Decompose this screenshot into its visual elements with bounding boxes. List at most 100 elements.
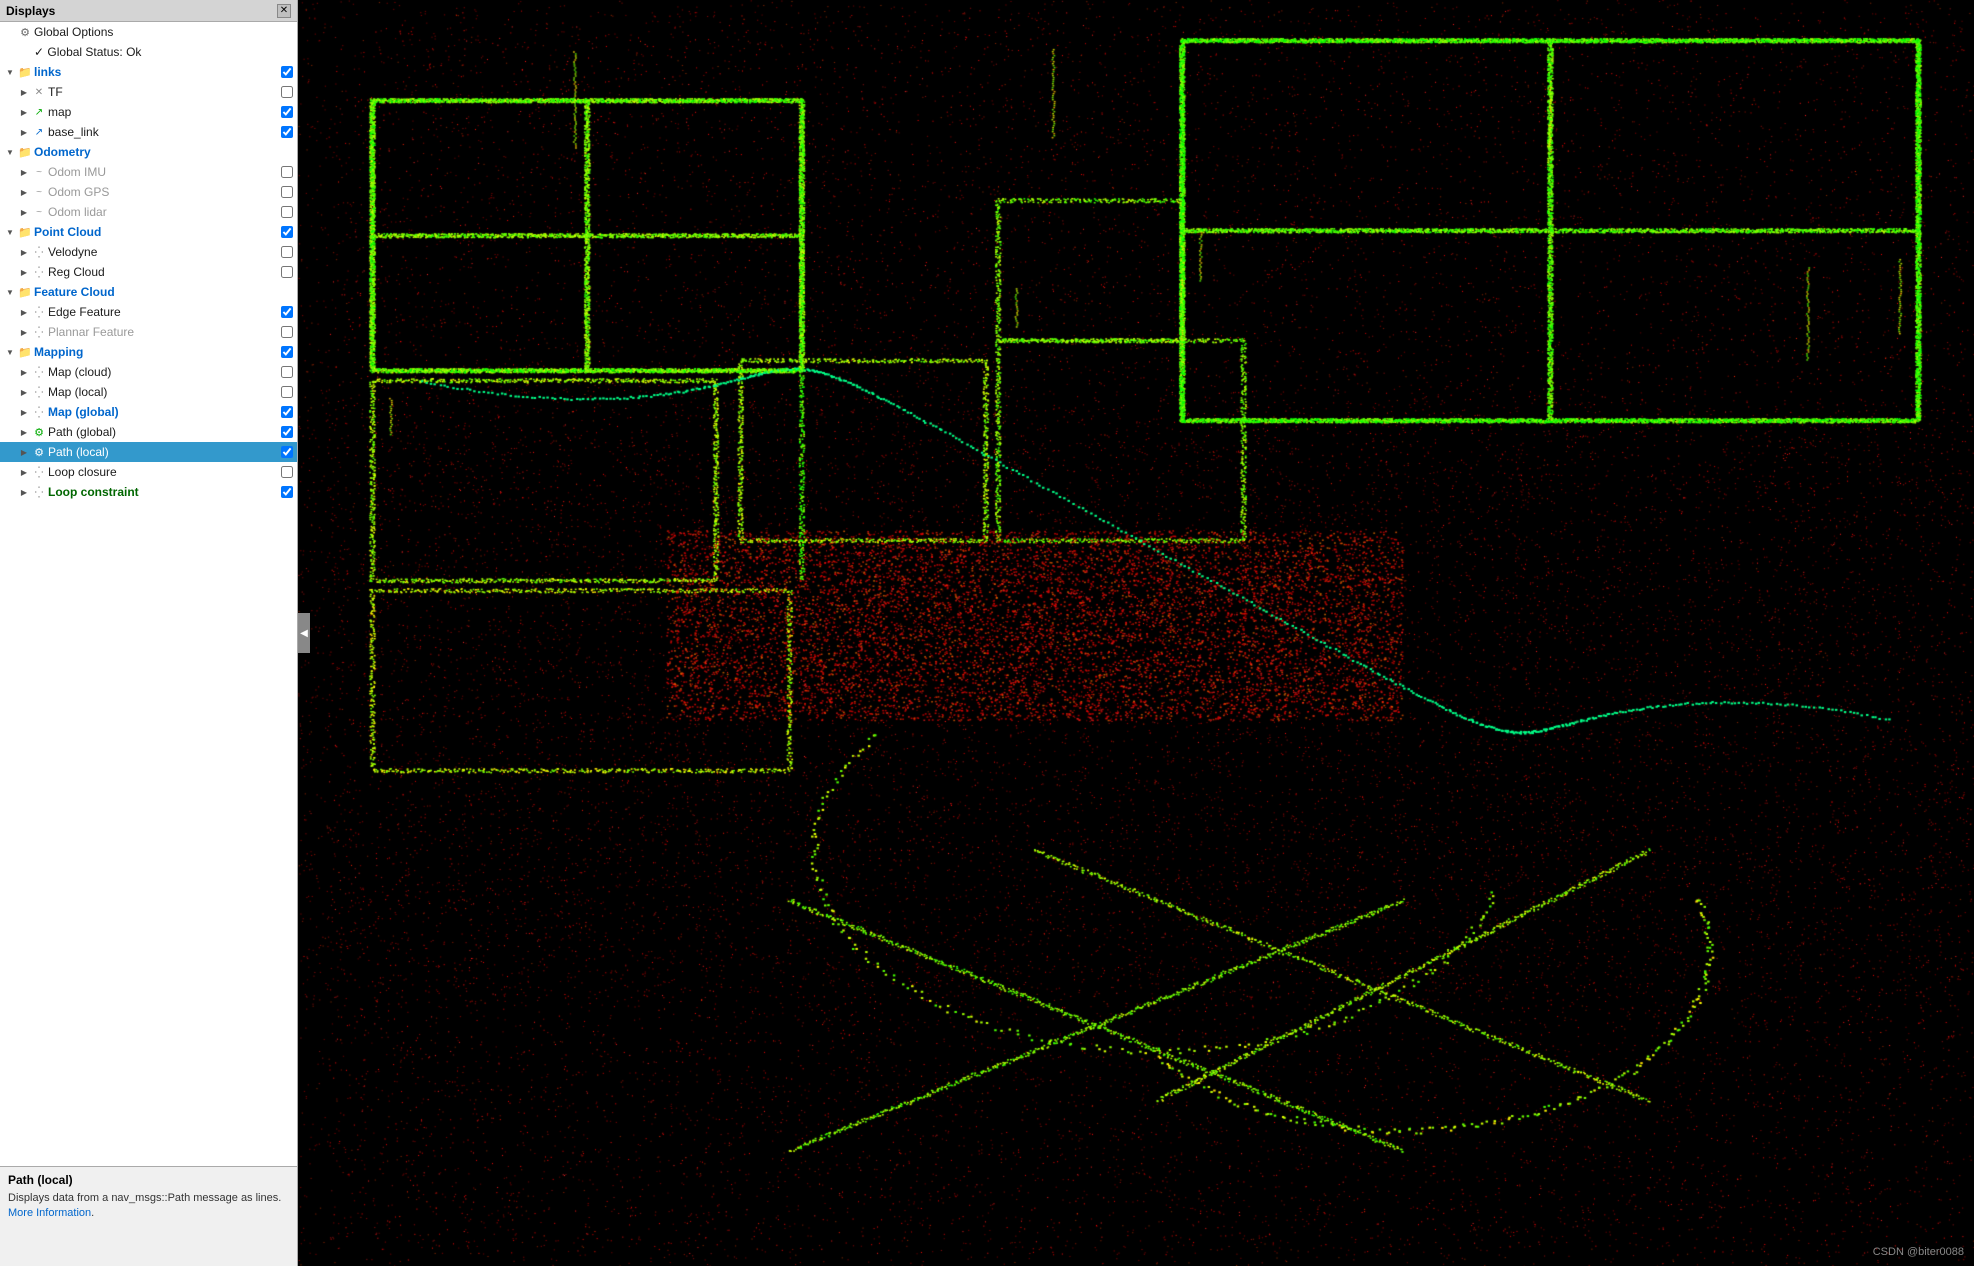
item-label-odom-gps: Odom GPS: [48, 185, 277, 199]
path-green-icon: ⚙: [32, 425, 46, 439]
expand-arrow-odom-lidar[interactable]: [18, 206, 30, 218]
checkbox-area-point-cloud: [277, 222, 297, 242]
expand-arrow-links[interactable]: [4, 66, 16, 78]
dots-icon: ⁛: [32, 385, 46, 399]
expand-arrow-path-global[interactable]: [18, 426, 30, 438]
checkbox-base-link[interactable]: [281, 126, 293, 138]
tree-item-path-global[interactable]: ⚙Path (global): [0, 422, 297, 442]
more-info-link[interactable]: More Information: [8, 1207, 91, 1219]
checkbox-odom-lidar[interactable]: [281, 206, 293, 218]
tree-item-links[interactable]: 📁links: [0, 62, 297, 82]
expand-arrow-map-global[interactable]: [18, 406, 30, 418]
item-label-loop-closure: Loop closure: [48, 465, 277, 479]
checkbox-map-local[interactable]: [281, 386, 293, 398]
item-label-map-cloud: Map (cloud): [48, 365, 277, 379]
expand-arrow-point-cloud[interactable]: [4, 226, 16, 238]
checkbox-mapping[interactable]: [281, 346, 293, 358]
checkbox-map-cloud[interactable]: [281, 366, 293, 378]
checkbox-plannar-feature[interactable]: [281, 326, 293, 338]
checkbox-area-map-global: [277, 402, 297, 422]
expand-arrow-path-local[interactable]: [18, 446, 30, 458]
tree-item-velodyne[interactable]: ⁛Velodyne: [0, 242, 297, 262]
tree-item-point-cloud[interactable]: 📁Point Cloud: [0, 222, 297, 242]
displays-title: Displays: [6, 4, 55, 18]
tree-item-global-options[interactable]: ⚙Global Options: [0, 22, 297, 42]
expand-arrow-map[interactable]: [18, 106, 30, 118]
checkbox-area-odom-gps: [277, 182, 297, 202]
checkbox-area-mapping: [277, 342, 297, 362]
-icon: [18, 45, 32, 59]
expand-arrow-map-local[interactable]: [18, 386, 30, 398]
tree-item-reg-cloud[interactable]: ⁛Reg Cloud: [0, 262, 297, 282]
expand-arrow-feature-cloud[interactable]: [4, 286, 16, 298]
close-button[interactable]: ✕: [277, 4, 291, 18]
info-title: Path (local): [8, 1173, 289, 1187]
expand-arrow-tf[interactable]: [18, 86, 30, 98]
checkbox-map[interactable]: [281, 106, 293, 118]
checkbox-odom-imu[interactable]: [281, 166, 293, 178]
checkbox-loop-closure[interactable]: [281, 466, 293, 478]
checkbox-area-tf: [277, 82, 297, 102]
checkbox-area-edge-feature: [277, 302, 297, 322]
checkbox-point-cloud[interactable]: [281, 226, 293, 238]
dots-icon: ⁛: [32, 265, 46, 279]
expand-arrow-velodyne[interactable]: [18, 246, 30, 258]
checkbox-area-global-options: [277, 22, 297, 42]
expand-arrow-edge-feature[interactable]: [18, 306, 30, 318]
dots-icon: ⁛: [32, 325, 46, 339]
tree-item-edge-feature[interactable]: ⁛Edge Feature: [0, 302, 297, 322]
expand-arrow-loop-constraint[interactable]: [18, 486, 30, 498]
tree-item-tf[interactable]: ✕TF: [0, 82, 297, 102]
expand-arrow-global-options: [4, 26, 16, 38]
expand-arrow-reg-cloud[interactable]: [18, 266, 30, 278]
checkbox-path-global[interactable]: [281, 426, 293, 438]
expand-arrow-base-link[interactable]: [18, 126, 30, 138]
dots-icon: ⁛: [32, 305, 46, 319]
expand-arrow-odom-gps[interactable]: [18, 186, 30, 198]
expand-arrow-mapping[interactable]: [4, 346, 16, 358]
expand-arrow-odom-imu[interactable]: [18, 166, 30, 178]
tree-item-path-local[interactable]: ⚙Path (local): [0, 442, 297, 462]
expand-arrow-odometry[interactable]: [4, 146, 16, 158]
tree-item-map-local[interactable]: ⁛Map (local): [0, 382, 297, 402]
checkbox-velodyne[interactable]: [281, 246, 293, 258]
expand-arrow-plannar-feature[interactable]: [18, 326, 30, 338]
tree-item-plannar-feature[interactable]: ⁛Plannar Feature: [0, 322, 297, 342]
tree-item-odom-imu[interactable]: ~Odom IMU: [0, 162, 297, 182]
checkbox-path-local[interactable]: [281, 446, 293, 458]
tree-item-odometry[interactable]: 📁Odometry: [0, 142, 297, 162]
left-panel: Displays ✕ ⚙Global Options✓ Global Statu…: [0, 0, 298, 1266]
tree-area: ⚙Global Options✓ Global Status: Ok📁links…: [0, 22, 297, 1166]
checkbox-edge-feature[interactable]: [281, 306, 293, 318]
tree-item-map-global[interactable]: ⁛Map (global): [0, 402, 297, 422]
tree-item-mapping[interactable]: 📁Mapping: [0, 342, 297, 362]
tree-item-base-link[interactable]: ↗base_link: [0, 122, 297, 142]
item-label-velodyne: Velodyne: [48, 245, 277, 259]
collapse-handle[interactable]: ◀: [298, 613, 310, 653]
folder-icon: 📁: [18, 345, 32, 359]
checkbox-loop-constraint[interactable]: [281, 486, 293, 498]
checkbox-map-global[interactable]: [281, 406, 293, 418]
axis-green-icon: ↗: [32, 105, 46, 119]
tree-item-odom-gps[interactable]: ~Odom GPS: [0, 182, 297, 202]
tree-item-global-status[interactable]: ✓ Global Status: Ok: [0, 42, 297, 62]
checkbox-area-path-global: [277, 422, 297, 442]
checkbox-reg-cloud[interactable]: [281, 266, 293, 278]
tree-item-loop-closure[interactable]: ⁛Loop closure: [0, 462, 297, 482]
checkbox-tf[interactable]: [281, 86, 293, 98]
expand-arrow-loop-closure[interactable]: [18, 466, 30, 478]
item-label-odom-imu: Odom IMU: [48, 165, 277, 179]
tree-item-feature-cloud[interactable]: 📁Feature Cloud: [0, 282, 297, 302]
tree-item-map-cloud[interactable]: ⁛Map (cloud): [0, 362, 297, 382]
checkbox-links[interactable]: [281, 66, 293, 78]
main-viewport[interactable]: ◀ CSDN @biter0088: [298, 0, 1974, 1266]
axis-icon: ✕: [32, 85, 46, 99]
checkbox-area-links: [277, 62, 297, 82]
tree-item-odom-lidar[interactable]: ~Odom lidar: [0, 202, 297, 222]
tree-item-loop-constraint[interactable]: ⁛Loop constraint: [0, 482, 297, 502]
wave-icon: ~: [32, 185, 46, 199]
checkbox-odom-gps[interactable]: [281, 186, 293, 198]
checkbox-area-odom-imu: [277, 162, 297, 182]
expand-arrow-map-cloud[interactable]: [18, 366, 30, 378]
tree-item-map[interactable]: ↗map: [0, 102, 297, 122]
